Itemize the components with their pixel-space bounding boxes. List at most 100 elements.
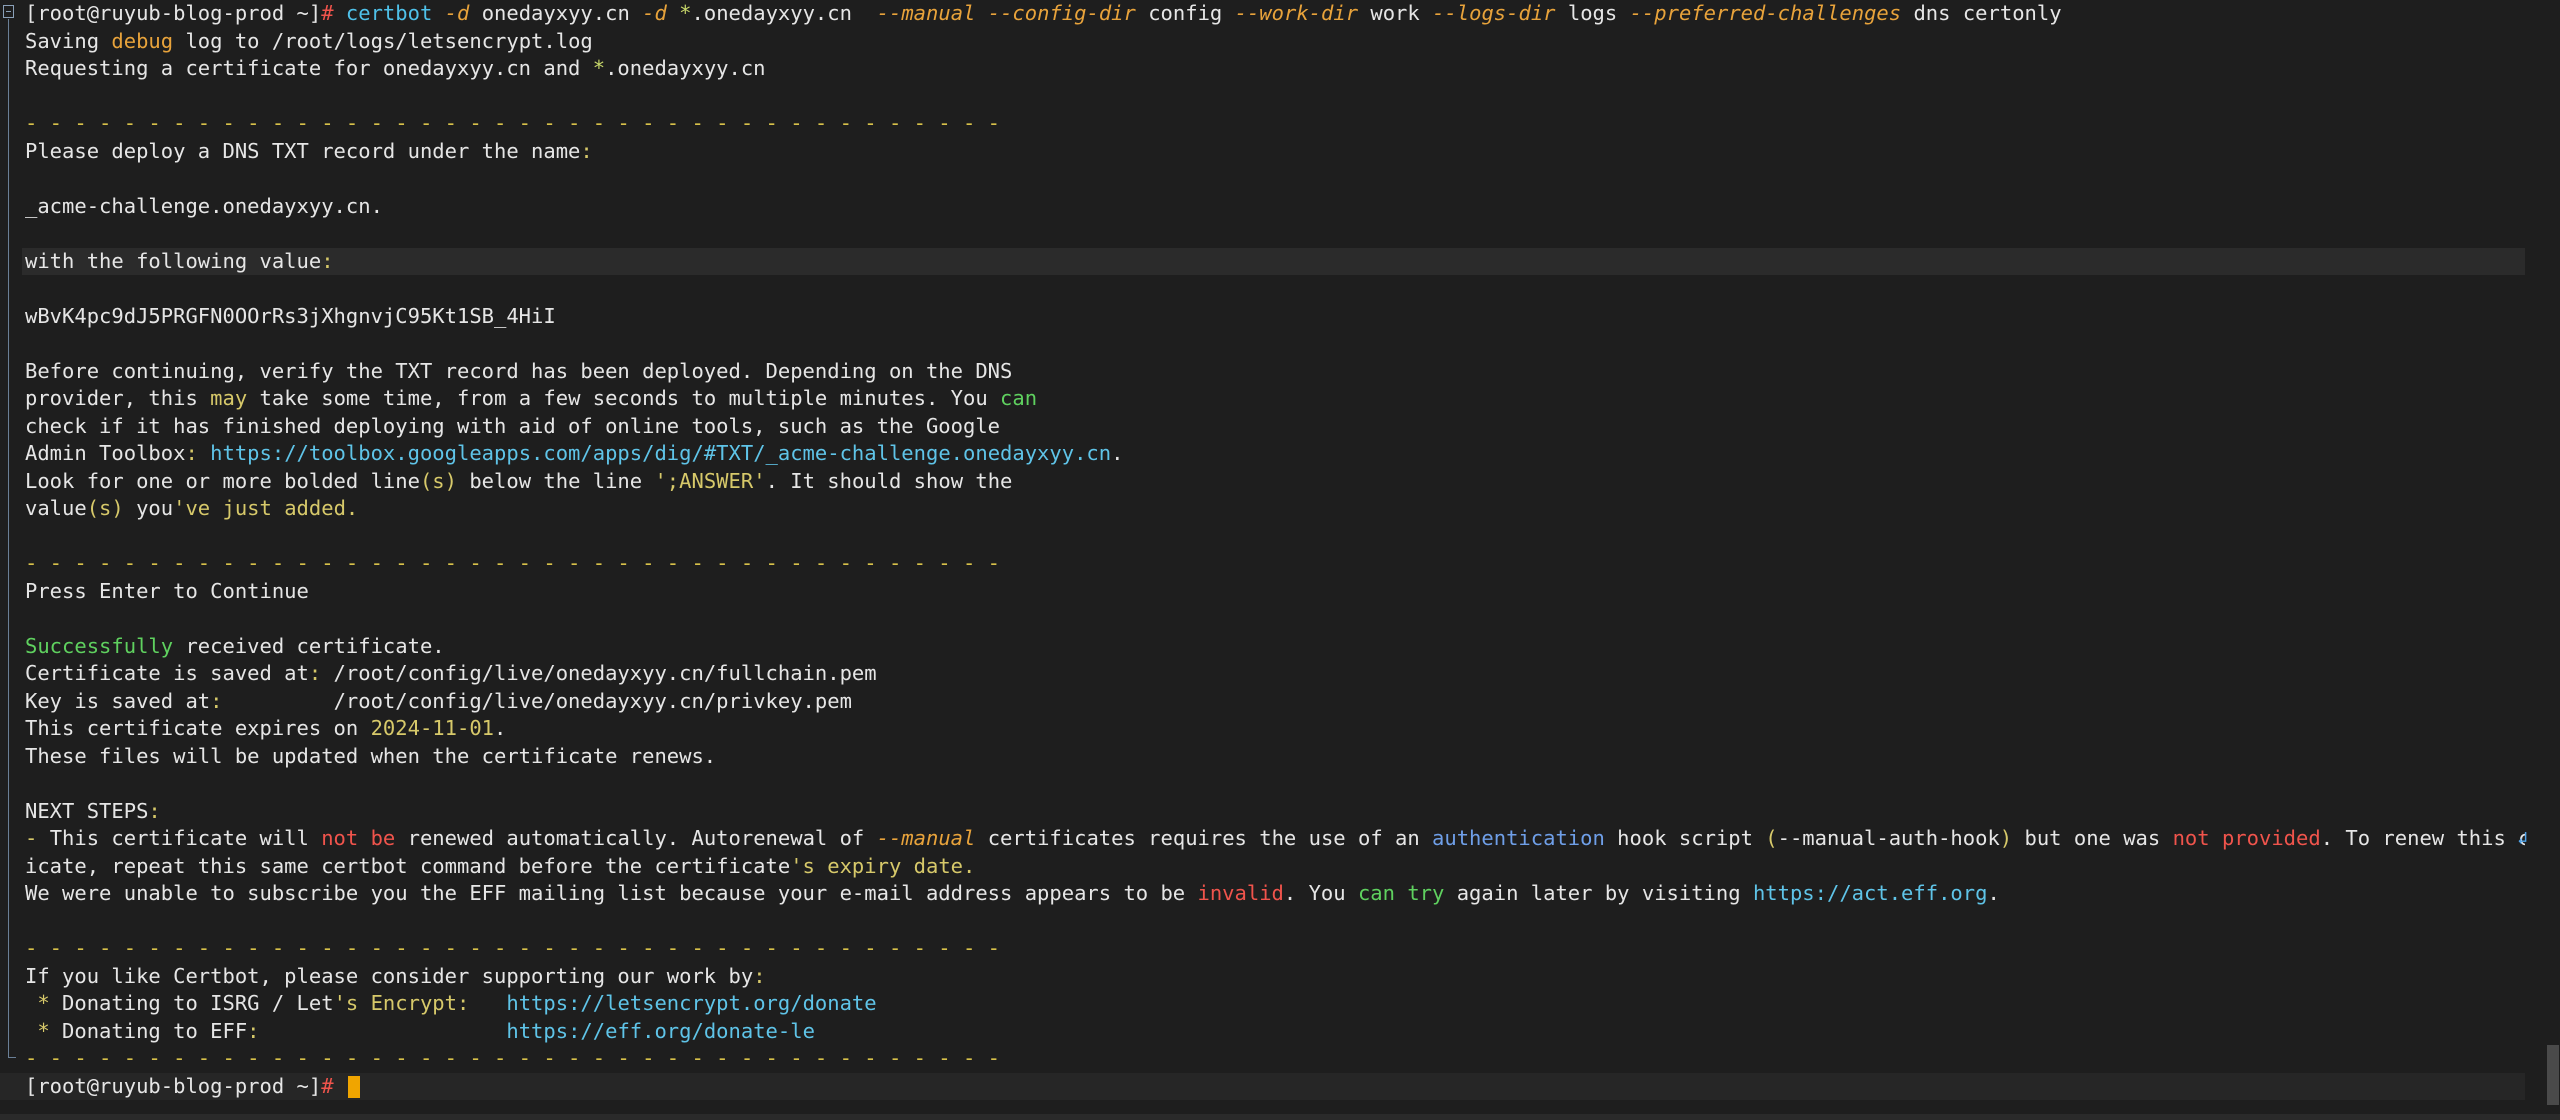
keyword-invalid: invalid [1197, 881, 1284, 905]
colon: : [247, 1018, 260, 1043]
eff-donate-link[interactable]: https://eff.org/donate-le [506, 1019, 815, 1043]
text-span: If you like Certbot, please consider sup… [25, 963, 754, 988]
flag-logs-dir: --logs-dir [1432, 1, 1556, 25]
text-span: with the following value [25, 248, 322, 273]
output-line-requesting: Requesting a certificate for onedayxyy.c… [25, 55, 766, 83]
keyword-authentication: authentication [1432, 826, 1605, 850]
text-span: icate, repeat this same certbot command … [25, 853, 791, 878]
separator-dashes: - - - - - - - - - - - - - - - - - - - - … [25, 936, 1001, 960]
hook-flag: --manual-auth-hook [1777, 826, 2000, 850]
arg-logs: logs [1567, 1, 1618, 25]
expiry-date: 2024-11-01 [370, 716, 494, 740]
arg-work: work [1370, 1, 1420, 25]
donate-eff-line: * Donating to EFF: https://eff.org/donat… [25, 1018, 815, 1046]
answer-string: ';ANSWER' [654, 468, 766, 493]
prompt-user-host: [root@ruyub-blog-prod ~] [25, 1, 322, 25]
keyword-can-try: can try [1357, 881, 1445, 905]
keyword-can: can [1000, 386, 1038, 410]
eff-link[interactable]: https://act.eff.org [1753, 881, 1988, 905]
output-line-saving: Saving debug log to /root/logs/letsencry… [25, 28, 593, 56]
google-toolbox-link[interactable]: https://toolbox.googleapps.com/apps/dig/… [210, 441, 1111, 465]
flag-d: -d [642, 1, 667, 25]
output-line-before-2: provider, this may take some time, from … [25, 385, 1037, 413]
letsencrypt-donate-link[interactable]: https://letsencrypt.org/donate [506, 991, 876, 1015]
fold-collapse-icon[interactable] [3, 5, 14, 18]
text-span: . [1987, 881, 2000, 905]
prompt-user-host: [root@ruyub-blog-prod ~] [25, 1073, 322, 1098]
text-span: Look for one or more bolded line [25, 468, 420, 493]
flag-manual: --manual [876, 826, 976, 850]
text-span: hook script [1604, 826, 1766, 850]
text-span: (s) [419, 468, 457, 493]
text-span: take some time, from a few seconds to mu… [247, 386, 1001, 410]
flag-work-dir: --work-dir [1234, 1, 1359, 25]
text-span: .onedayxyy.cn [605, 56, 766, 80]
flag-config-dir: --config-dir [987, 1, 1136, 25]
colon: : [580, 138, 593, 163]
arg-domain-wildcard: .onedayxyy.cn [691, 1, 852, 25]
text-span: renewed automatically. Autorenewal of [395, 826, 877, 850]
next-steps-line-1: - This certificate will not be renewed a… [25, 825, 2525, 853]
debug-word: debug [111, 28, 174, 53]
text-span: 's Encrypt: [333, 991, 470, 1015]
support-line: If you like Certbot, please consider sup… [25, 963, 766, 991]
scrollbar-thumb[interactable] [2547, 1045, 2559, 1105]
text-span: received certificate. [173, 633, 445, 658]
colon: : [321, 248, 334, 273]
text-span: We were unable to subscribe you the EFF … [25, 881, 1198, 905]
arg-domain: onedayxyy.cn [481, 1, 630, 25]
cert-path: /root/config/live/onedayxyy.cn/fullchain… [321, 661, 877, 685]
text-span: certificates requires the use of an [975, 826, 1433, 850]
text-span: below the line [456, 468, 655, 493]
txt-record-value: wBvK4pc9dJ5PRGFN0OOrRs3jXhgnvjC95Kt1SB_4… [25, 303, 556, 328]
current-prompt-line[interactable]: [root@ruyub-blog-prod ~]# [0, 1072, 2525, 1100]
prompt-symbol: # [321, 1073, 334, 1098]
colon: : [185, 441, 198, 465]
output-line-expires: This certificate expires on 2024-11-01. [25, 715, 506, 743]
wildcard-star: * [592, 56, 606, 80]
acme-record-name: _acme-challenge.onedayxyy.cn. [25, 193, 383, 218]
donate-isrg-line: * Donating to ISRG / Let's Encrypt: http… [25, 990, 876, 1018]
command-program: certbot [345, 1, 433, 25]
output-line-key-path: Key is saved at: /root/config/live/oneda… [25, 688, 852, 716]
colon: : [753, 963, 766, 988]
line-wrap-icon: ↲ [2517, 828, 2528, 849]
bullet-dash: - [25, 826, 50, 850]
text-span: . It should show the [765, 468, 1013, 493]
output-line-before-3: check if it has finished deploying with … [25, 413, 1001, 438]
output-line-update: These files will be updated when the cer… [25, 743, 717, 768]
text-span: but one was [2012, 826, 2173, 850]
text-span: log to /root/logs/letsencrypt.log [173, 28, 593, 53]
text-span: you [123, 496, 174, 520]
keyword-not-be: not be [321, 826, 396, 850]
success-word: Successfully [25, 633, 174, 658]
text-span: ) [1999, 826, 2013, 850]
text-cursor [347, 1075, 360, 1098]
text-span: This certificate expires on [25, 716, 371, 740]
separator-dashes: - - - - - - - - - - - - - - - - - - - - … [25, 111, 1001, 135]
key-path: /root/config/live/onedayxyy.cn/privkey.p… [222, 688, 852, 713]
separator-dashes: - - - - - - - - - - - - - - - - - - - - … [25, 551, 1001, 575]
text-span: ( [1765, 826, 1778, 850]
text-span: value [25, 496, 87, 520]
terminal-window[interactable]: [root@ruyub-blog-prod ~]# certbot -d one… [0, 0, 2560, 1120]
flag-d: -d [444, 1, 470, 25]
flag-preferred-challenges: --preferred-challenges [1629, 1, 1902, 25]
output-line-before-1: Before continuing, verify the TXT record… [25, 358, 1013, 383]
fold-guide-end [8, 1057, 16, 1058]
output-line-deploy: Please deploy a DNS TXT record under the… [25, 138, 593, 166]
colon: : [148, 798, 161, 823]
output-line-before-4: Admin Toolbox: https://toolbox.googleapp… [25, 440, 1123, 468]
text-span: . You [1283, 881, 1358, 905]
text-span: NEXT STEPS [25, 798, 149, 823]
text-span: Donating to ISRG / Let [62, 991, 334, 1015]
eff-line: We were unable to subscribe you the EFF … [25, 880, 2000, 908]
press-enter-text: Press Enter to Continue [25, 578, 309, 603]
keyword-may: may [210, 386, 248, 410]
vertical-scrollbar[interactable] [2546, 0, 2560, 1120]
next-steps-line-2: icate, repeat this same certbot command … [25, 853, 975, 881]
text-span: provider, this [25, 386, 211, 410]
text-span: Requesting a certificate for onedayxyy.c… [25, 56, 593, 80]
